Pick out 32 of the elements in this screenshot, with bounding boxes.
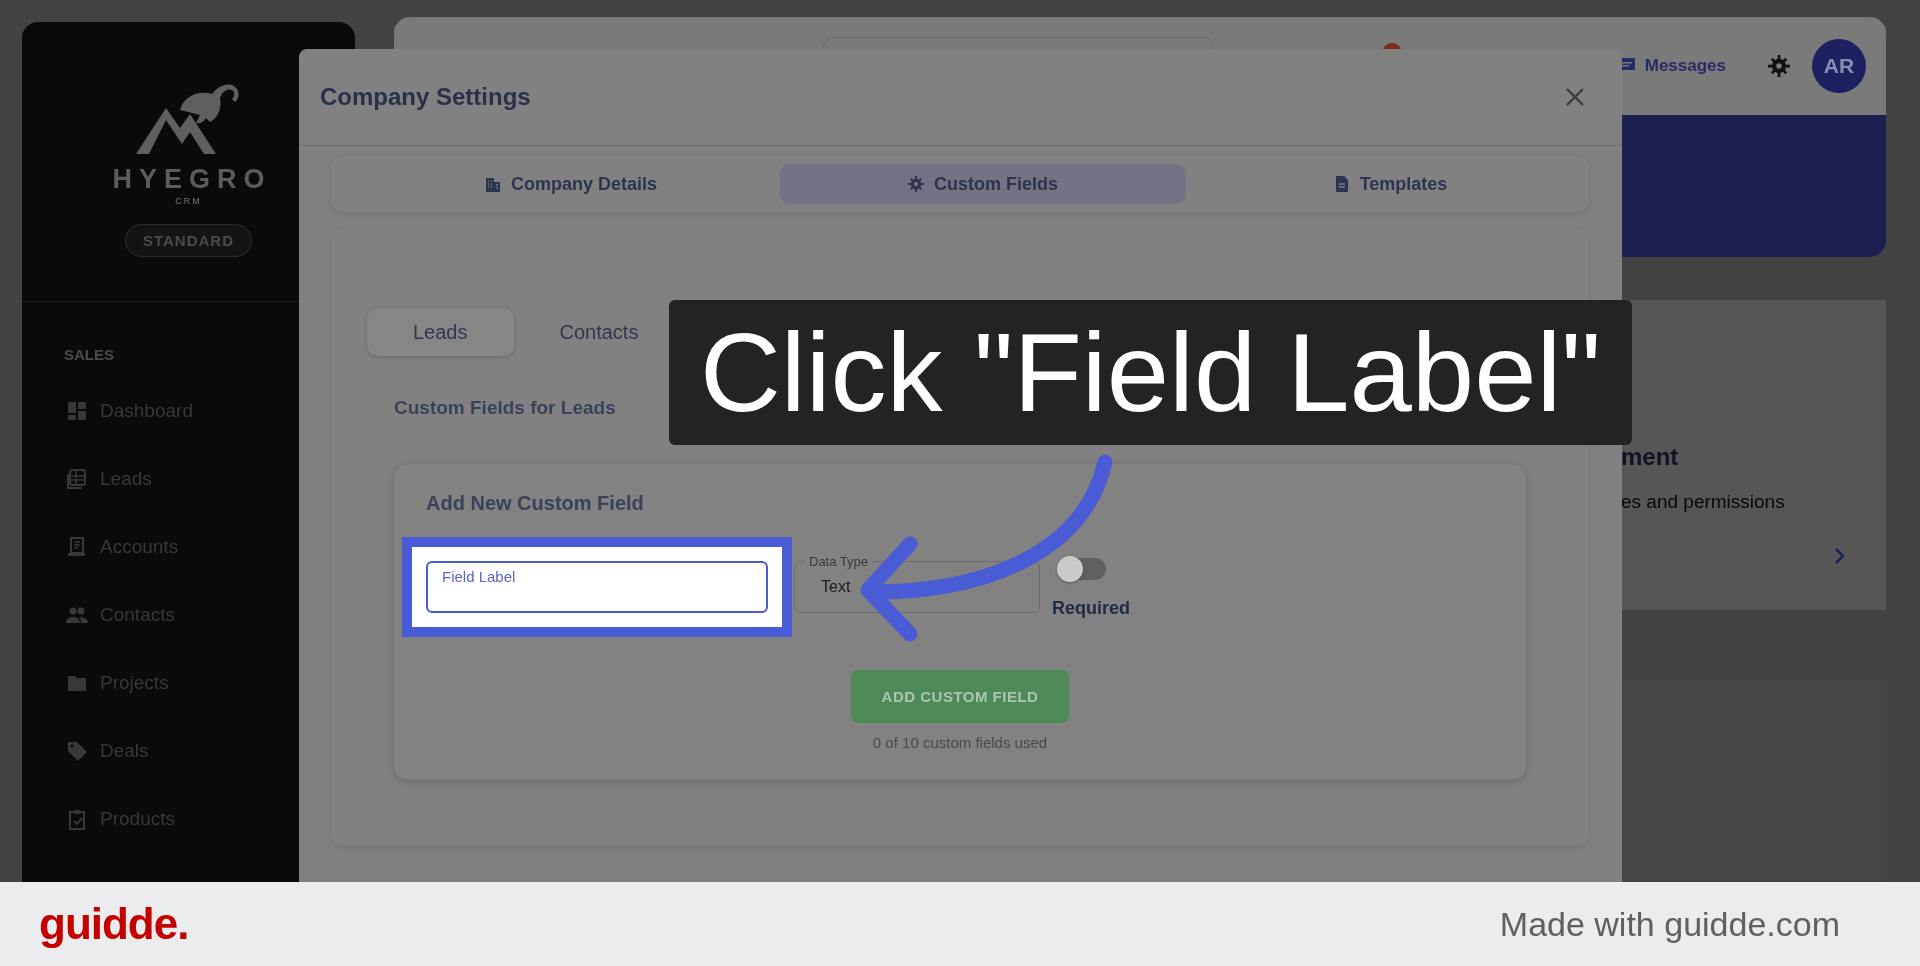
tag-icon [66, 740, 88, 762]
gear-icon [908, 176, 924, 192]
clipboard-check-icon [66, 808, 88, 830]
receipt-icon [66, 536, 88, 558]
settings-tab[interactable]: Custom Fields [780, 164, 1186, 204]
card-title: Add New Custom Field [426, 492, 645, 515]
brand-tagline: CRM [175, 196, 202, 206]
add-custom-field-button[interactable]: ADD CUSTOM FIELD [851, 670, 1069, 723]
user-avatar[interactable]: AR [1812, 39, 1866, 93]
settings-icon[interactable] [1768, 55, 1790, 77]
field-label-input[interactable] [426, 561, 768, 613]
footer-credit: Made with guidde.com [1499, 904, 1840, 944]
toggle-label: Required [1052, 598, 1130, 619]
dialog-title: Company Settings [320, 83, 531, 111]
section-heading: SALES [64, 346, 114, 363]
close-icon[interactable] [1565, 87, 1585, 107]
document-icon [1333, 176, 1350, 192]
instruction-tooltip: Click "Field Label" [669, 300, 1632, 445]
usage-counter: 0 of 10 custom fields used [872, 734, 1048, 751]
brand-name: HYEGRO [111, 164, 272, 195]
settings-tab[interactable]: Company Details [368, 164, 774, 204]
required-toggle[interactable] [1059, 558, 1106, 580]
footer-logo: guidde. [39, 899, 189, 949]
table-icon [66, 468, 88, 490]
dashboard-icon [66, 400, 88, 422]
card-title: ment [1621, 443, 1680, 471]
entity-tab[interactable]: Leads [367, 308, 514, 356]
floating-label: Field Label [442, 568, 516, 585]
settings-tab[interactable]: Templates [1192, 164, 1589, 204]
building-icon [484, 176, 501, 192]
card-description: es and permissions [1621, 491, 1786, 513]
section-title: Custom Fields for Leads [394, 397, 617, 419]
